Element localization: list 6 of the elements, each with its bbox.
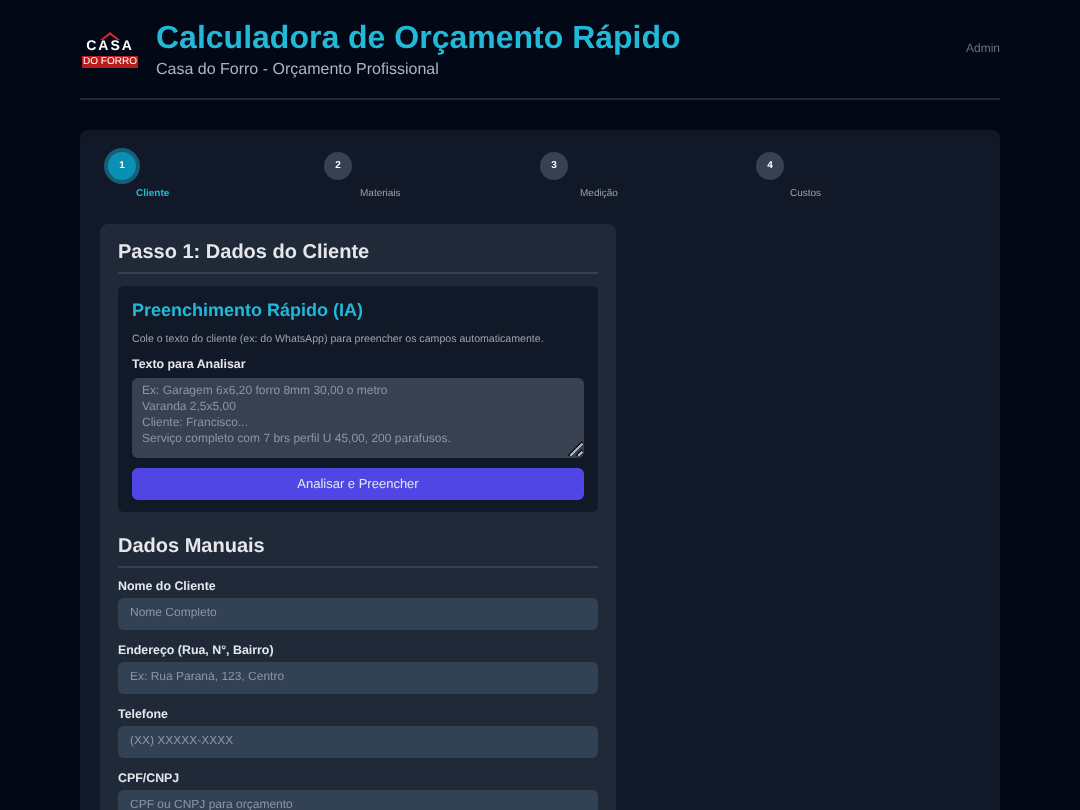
- section-title: Dados Manuais: [118, 536, 598, 568]
- roof-icon: [100, 31, 120, 39]
- page-title: Calculadora de Orçamento Rápido: [156, 20, 683, 58]
- panel-title: Passo 1: Dados do Cliente: [118, 242, 598, 274]
- page-subtitle: Casa do Forro - Orçamento Profissional: [156, 60, 441, 78]
- section-title: Preenchimento Rápido (IA): [132, 300, 366, 320]
